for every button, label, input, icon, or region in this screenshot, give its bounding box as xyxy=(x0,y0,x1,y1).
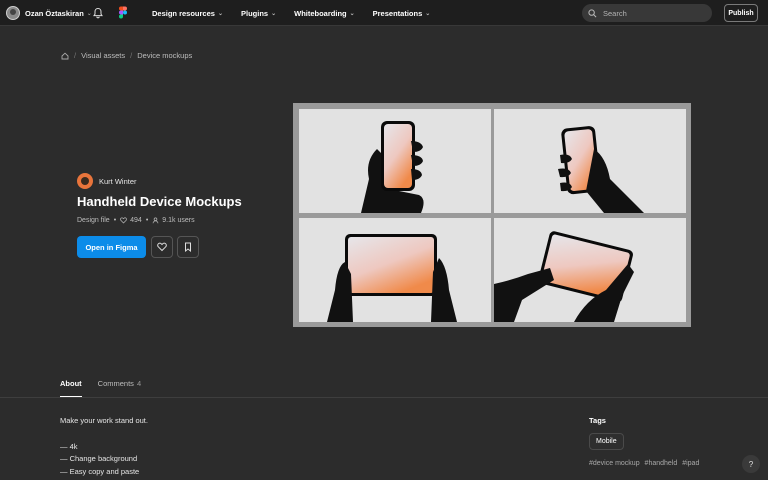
tablet-mockup-image xyxy=(494,231,634,322)
file-type: Design file xyxy=(77,217,110,224)
nav-presentations[interactable]: Presentations ⌄ xyxy=(373,9,431,18)
account-menu[interactable]: Ozan Öztaskiran ⌄ xyxy=(6,6,92,20)
bell-icon[interactable] xyxy=(92,7,104,19)
breadcrumb-device-mockups[interactable]: Device mockups xyxy=(137,51,192,60)
about-tagline: Make your work stand out. xyxy=(60,416,148,425)
comments-count: 4 xyxy=(136,379,142,388)
feature-item: — 4k xyxy=(60,441,78,451)
top-bar: Ozan Öztaskiran ⌄ Design resources ⌄ Plug… xyxy=(0,0,768,26)
mockup-panel xyxy=(494,109,686,213)
home-icon[interactable] xyxy=(61,52,69,60)
preview-image[interactable] xyxy=(293,103,691,327)
tags-heading: Tags xyxy=(589,416,606,425)
phone-mockup-image xyxy=(361,121,424,213)
publish-button[interactable]: Publish xyxy=(724,4,758,22)
figma-logo-icon[interactable] xyxy=(119,6,127,19)
page-title: Handheld Device Mockups xyxy=(77,194,242,209)
top-nav: Design resources ⌄ Plugins ⌄ Whiteboarding… xyxy=(152,0,448,26)
tab-about[interactable]: About xyxy=(60,379,82,397)
author-name: Kurt Winter xyxy=(99,176,137,186)
mockup-panel xyxy=(299,109,491,213)
help-button[interactable]: ? xyxy=(742,455,760,473)
users-count: 9.1k users xyxy=(162,217,195,224)
nav-whiteboarding[interactable]: Whiteboarding ⌄ xyxy=(294,9,355,18)
nav-plugins[interactable]: Plugins ⌄ xyxy=(241,9,276,18)
feature-item: — Change background xyxy=(60,454,138,464)
search-input[interactable]: Search xyxy=(582,4,712,22)
hashtag[interactable]: #device mockup xyxy=(589,460,640,467)
search-icon xyxy=(588,8,597,17)
open-in-figma-button[interactable]: Open in Figma xyxy=(77,236,146,258)
tablet-mockup-image xyxy=(327,234,457,322)
about-text: Make your work stand out. — 4k — Change … xyxy=(60,415,148,478)
username: Ozan Öztaskiran xyxy=(25,8,84,18)
author[interactable]: Kurt Winter xyxy=(77,173,137,189)
feature-item: — Easy copy and paste xyxy=(60,466,140,476)
hashtag-list: #device mockup #handheld #ipad xyxy=(589,460,702,467)
search-placeholder: Search xyxy=(603,8,627,18)
bookmark-button[interactable] xyxy=(177,236,199,258)
hashtag[interactable]: #ipad xyxy=(682,460,699,467)
likes-count: 494 xyxy=(130,217,142,224)
avatar xyxy=(6,6,20,20)
heart-icon xyxy=(120,217,127,224)
tab-comments[interactable]: Comments 4 xyxy=(98,379,141,397)
tag-chip-mobile[interactable]: Mobile xyxy=(589,433,624,450)
phone-mockup-image xyxy=(558,126,644,213)
author-avatar xyxy=(77,173,93,189)
heart-icon xyxy=(157,242,167,252)
divider xyxy=(0,397,768,398)
file-meta: Design file • 494 • 9.1k users xyxy=(77,217,195,224)
chevron-down-icon: ⌄ xyxy=(349,10,355,17)
chevron-down-icon: ⌄ xyxy=(271,10,277,17)
mockup-panel xyxy=(494,218,686,322)
breadcrumb-visual-assets[interactable]: Visual assets xyxy=(81,51,125,60)
mockup-panel xyxy=(299,218,491,322)
tab-bar: About Comments 4 xyxy=(60,379,157,397)
user-icon xyxy=(152,217,159,224)
like-button[interactable] xyxy=(151,236,173,258)
chevron-down-icon: ⌄ xyxy=(425,10,431,17)
nav-design-resources[interactable]: Design resources ⌄ xyxy=(152,9,223,18)
chevron-down-icon: ⌄ xyxy=(217,10,223,17)
breadcrumb: / Visual assets / Device mockups xyxy=(61,51,192,60)
bookmark-icon xyxy=(185,242,191,252)
hashtag[interactable]: #handheld xyxy=(645,460,678,467)
